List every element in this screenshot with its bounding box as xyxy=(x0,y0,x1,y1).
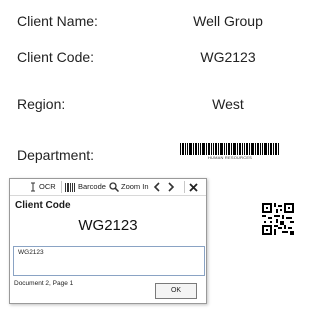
close-icon xyxy=(189,182,198,192)
ocr-label: OCR xyxy=(39,182,56,191)
client-code-dialog: OCR Barcode Zoom In Client Code WG2123 W… xyxy=(9,178,207,304)
zoom-in-label: Zoom In xyxy=(121,182,149,191)
previous-button[interactable] xyxy=(153,181,161,193)
department-label: Department: xyxy=(17,147,95,163)
qr-code-image xyxy=(262,203,294,235)
client-code-label: Client Code: xyxy=(17,49,95,65)
ocr-button[interactable]: OCR xyxy=(30,181,56,193)
barcode-icon xyxy=(65,182,75,192)
client-code-input[interactable]: WG2123 xyxy=(13,246,205,276)
status-text: Document 2, Page 1 xyxy=(14,280,74,287)
region-label: Region: xyxy=(17,96,66,112)
client-code-value: WG2123 xyxy=(200,49,256,65)
chevron-right-icon xyxy=(168,182,175,192)
zoom-in-button[interactable]: Zoom In xyxy=(109,181,149,193)
recognized-value: WG2123 xyxy=(78,217,138,234)
barcode-button[interactable]: Barcode xyxy=(65,181,106,193)
toolbar-separator xyxy=(184,181,185,193)
text-cursor-icon xyxy=(31,182,35,192)
close-button[interactable] xyxy=(189,181,198,193)
barcode-image xyxy=(180,143,279,155)
dialog-toolbar: OCR Barcode Zoom In xyxy=(10,179,206,196)
chevron-left-icon xyxy=(153,182,160,192)
dialog-title: Client Code xyxy=(15,200,71,211)
client-name-value: Well Group xyxy=(193,13,263,29)
barcode-caption: HUMAN RESOURCES xyxy=(207,155,253,160)
ok-button[interactable]: OK xyxy=(155,283,197,299)
client-name-label: Client Name: xyxy=(17,13,98,29)
next-button[interactable] xyxy=(167,181,175,193)
toolbar-separator xyxy=(61,181,62,193)
barcode-label: Barcode xyxy=(78,182,106,191)
region-value: West xyxy=(212,96,244,112)
magnifier-icon xyxy=(109,182,119,192)
